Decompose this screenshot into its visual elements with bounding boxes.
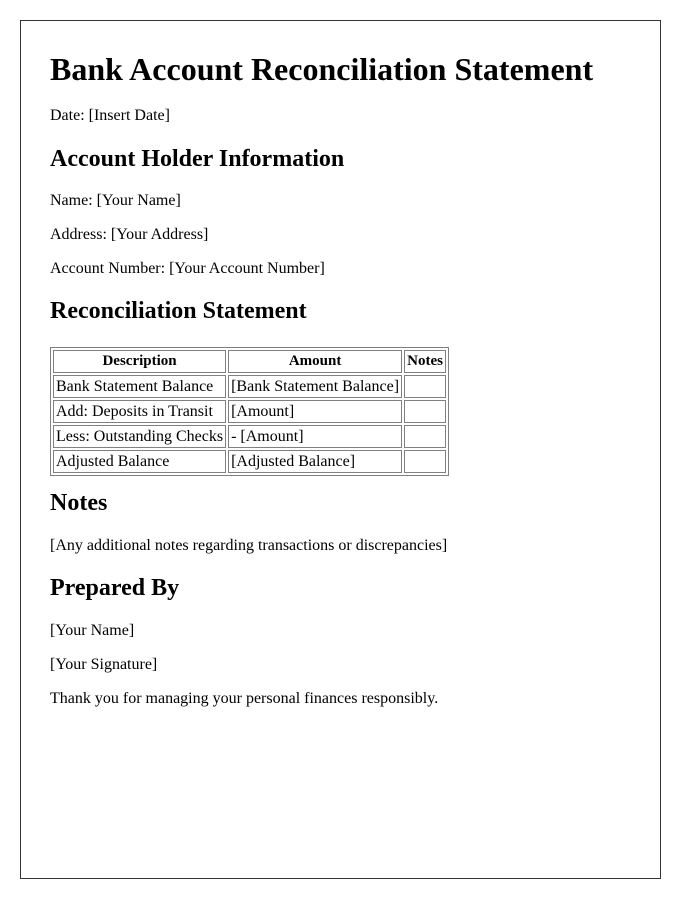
cell-notes xyxy=(404,400,447,423)
table-row: Adjusted Balance [Adjusted Balance] xyxy=(53,450,447,473)
preparer-signature: [Your Signature] xyxy=(50,656,158,673)
cell-amount: [Adjusted Balance] xyxy=(228,450,403,473)
cell-amount: [Bank Statement Balance] xyxy=(228,375,403,398)
account-holder-heading: Account Holder Information xyxy=(50,146,345,172)
notes-heading: Notes xyxy=(50,490,108,516)
reconciliation-table: Description Amount Notes Bank Statement … xyxy=(50,347,450,476)
preparer-name: [Your Name] xyxy=(50,622,135,639)
document-page: Bank Account Reconciliation Statement Da… xyxy=(20,20,661,879)
cell-notes xyxy=(404,450,447,473)
cell-description: Adjusted Balance xyxy=(53,450,227,473)
column-header-notes: Notes xyxy=(404,350,447,373)
cell-amount: - [Amount] xyxy=(228,425,403,448)
closing-text: Thank you for managing your personal fin… xyxy=(50,690,439,707)
column-header-amount: Amount xyxy=(228,350,403,373)
cell-notes xyxy=(404,375,447,398)
prepared-by-heading: Prepared By xyxy=(50,575,180,601)
column-header-description: Description xyxy=(53,350,227,373)
date-line: Date: [Insert Date] xyxy=(50,107,170,124)
cell-description: Bank Statement Balance xyxy=(53,375,227,398)
address-line: Address: [Your Address] xyxy=(50,226,209,243)
cell-amount: [Amount] xyxy=(228,400,403,423)
notes-text: [Any additional notes regarding transact… xyxy=(50,537,448,554)
cell-description: Less: Outstanding Checks xyxy=(53,425,227,448)
name-line: Name: [Your Name] xyxy=(50,192,181,209)
table-row: Add: Deposits in Transit [Amount] xyxy=(53,400,447,423)
table-header-row: Description Amount Notes xyxy=(53,350,447,373)
reconciliation-heading: Reconciliation Statement xyxy=(50,298,307,324)
account-number-line: Account Number: [Your Account Number] xyxy=(50,260,325,277)
cell-notes xyxy=(404,425,447,448)
table-row: Bank Statement Balance [Bank Statement B… xyxy=(53,375,447,398)
table-row: Less: Outstanding Checks - [Amount] xyxy=(53,425,447,448)
cell-description: Add: Deposits in Transit xyxy=(53,400,227,423)
document-title: Bank Account Reconciliation Statement xyxy=(50,51,594,87)
